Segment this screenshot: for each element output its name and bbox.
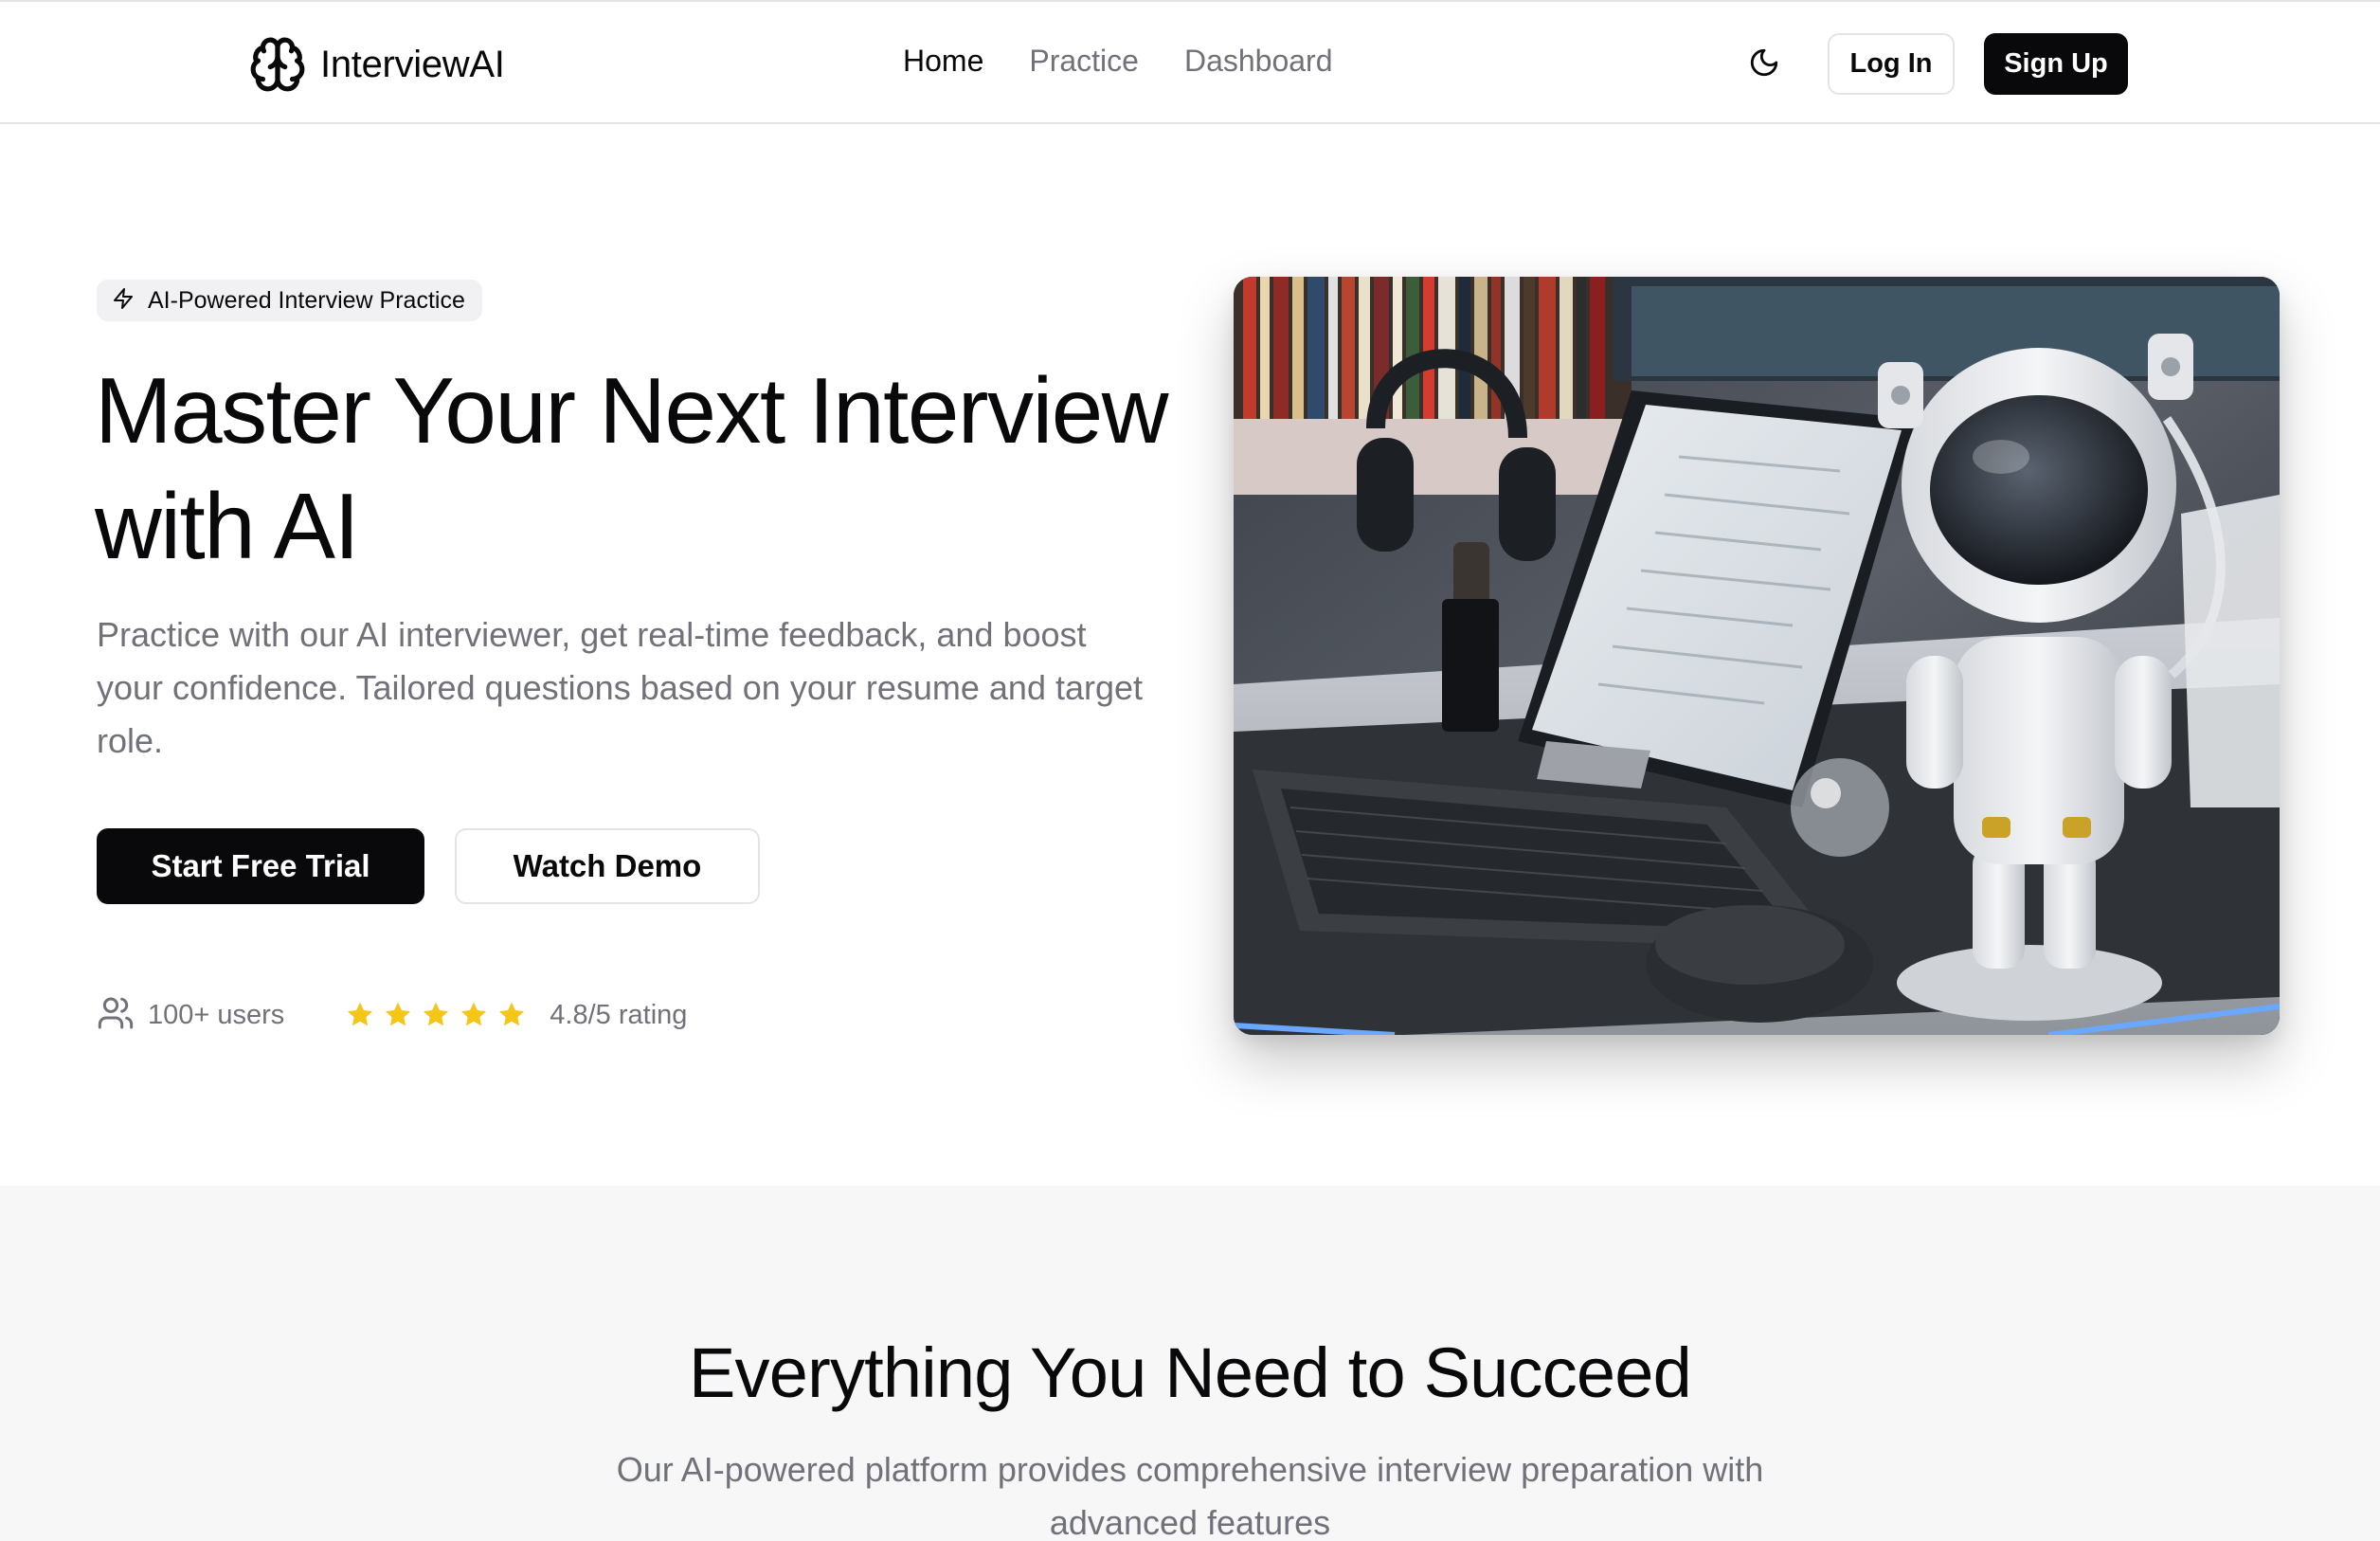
watch-demo-button[interactable]: Watch Demo <box>455 828 760 904</box>
rating-stars <box>345 1000 527 1030</box>
star-icon <box>496 1000 527 1030</box>
signup-button[interactable]: Sign Up <box>1984 33 2128 95</box>
nav-dashboard[interactable]: Dashboard <box>1184 44 1333 79</box>
brand-logo-link[interactable]: InterviewAI <box>248 34 505 95</box>
features-title: Everything You Need to Succeed <box>689 1333 1692 1412</box>
hero-stats: 100+ users 4.8/5 rating <box>97 992 687 1038</box>
features-section: Everything You Need to Succeed Our AI-po… <box>0 1186 2380 1541</box>
moon-icon <box>1748 46 1780 83</box>
nav-home[interactable]: Home <box>903 44 983 79</box>
users-count-text: 100+ users <box>148 999 285 1030</box>
hero-subtitle: Practice with our AI interviewer, get re… <box>97 615 1144 760</box>
hero-title: Master Your Next Interview with AI <box>95 353 1184 584</box>
hero-badge: AI-Powered Interview Practice <box>97 280 482 321</box>
hero-title-line2: with AI <box>95 474 360 578</box>
star-icon <box>345 1000 375 1030</box>
nav-practice[interactable]: Practice <box>1029 44 1139 79</box>
star-icon <box>421 1000 451 1030</box>
features-subtitle: Our AI-powered platform provides compreh… <box>616 1450 1764 1541</box>
hero-badge-text: AI-Powered Interview Practice <box>148 286 465 314</box>
page: InterviewAI Home Practice Dashboard Log … <box>0 0 2380 1541</box>
star-icon <box>383 1000 413 1030</box>
brain-icon <box>248 35 307 94</box>
lightning-icon <box>112 287 135 315</box>
hero-title-line1: Master Your Next Interview <box>95 358 1169 462</box>
star-icon <box>459 1000 489 1030</box>
start-free-trial-button[interactable]: Start Free Trial <box>97 828 424 904</box>
navbar: InterviewAI Home Practice Dashboard Log … <box>0 0 2380 124</box>
rating-text: 4.8/5 rating <box>550 999 688 1030</box>
brand-name: InterviewAI <box>320 43 505 85</box>
login-button[interactable]: Log In <box>1828 33 1955 95</box>
users-icon <box>97 994 135 1037</box>
theme-toggle-button[interactable] <box>1741 42 1787 87</box>
hero-image <box>1234 277 2280 1035</box>
main-nav: Home Practice Dashboard <box>903 44 1333 79</box>
users-stat: 100+ users <box>97 994 284 1037</box>
